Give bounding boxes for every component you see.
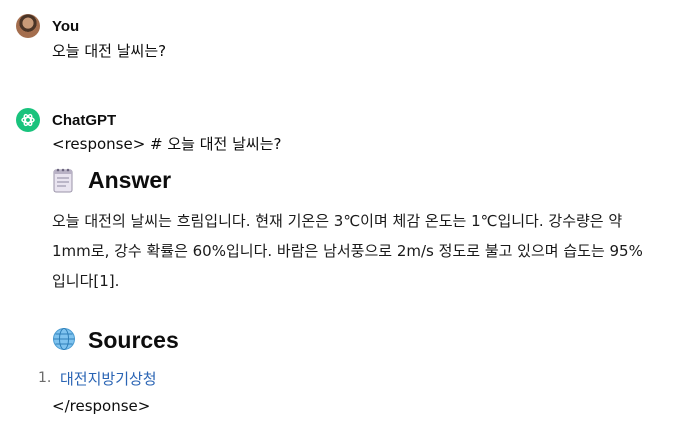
answer-paragraph: 오늘 대전의 날씨는 흐림입니다. 현재 기온은 3℃이며 체감 온도는 1℃입… <box>52 212 643 290</box>
chatgpt-logo-icon <box>16 108 40 132</box>
sources-heading: Sources <box>52 326 660 354</box>
user-avatar <box>16 14 40 38</box>
user-message-text: 오늘 대전 날씨는? <box>52 42 167 60</box>
assistant-message-header: ChatGPT <box>16 108 660 132</box>
user-message: You 오늘 대전 날씨는? <box>16 14 660 63</box>
source-link[interactable]: 대전지방기상청 <box>60 368 157 389</box>
answer-heading: Answer <box>52 166 660 194</box>
assistant-message-body: <response> # 오늘 대전 날씨는? Answer 오늘 대전의 날씨… <box>38 132 660 418</box>
user-message-header: You <box>16 14 660 38</box>
globe-icon <box>52 327 75 353</box>
source-number: 1. <box>38 370 52 386</box>
assistant-message: ChatGPT <response> # 오늘 대전 날씨는? Answer 오… <box>16 108 660 418</box>
response-open-tag: <response> # 오늘 대전 날씨는? <box>52 135 282 153</box>
source-list-item: 1. 대전지방기상청 <box>38 366 660 390</box>
user-author-name: You <box>52 17 80 35</box>
sources-heading-text: Sources <box>88 326 179 353</box>
response-close-tag: </response> <box>52 397 151 415</box>
answer-heading-text: Answer <box>88 166 172 193</box>
assistant-author-name: ChatGPT <box>52 111 117 129</box>
notepad-icon <box>52 167 74 193</box>
